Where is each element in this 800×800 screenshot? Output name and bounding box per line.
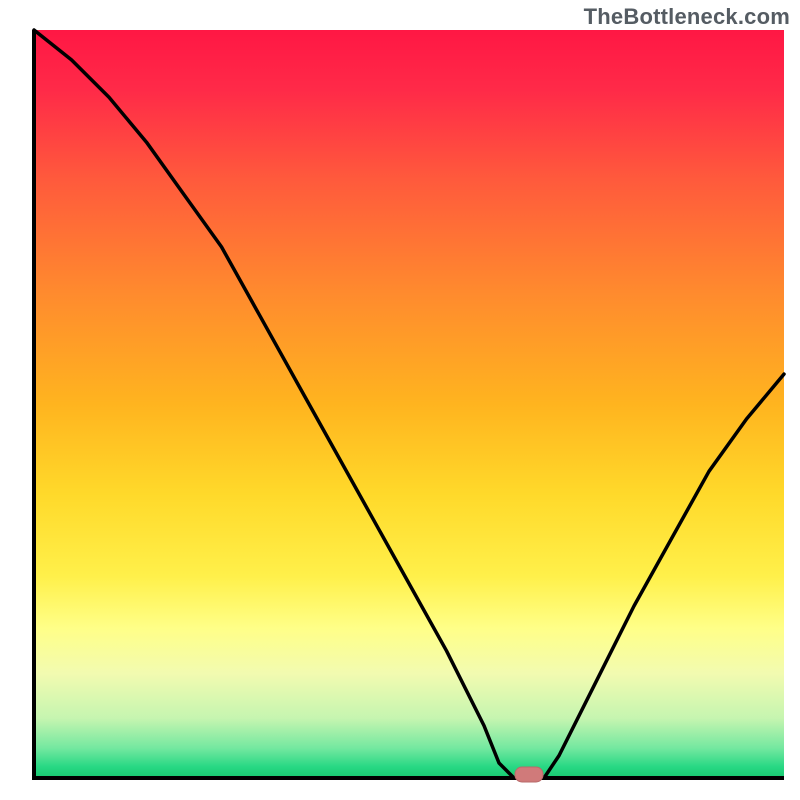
marker-point	[515, 767, 543, 782]
bottleneck-chart: TheBottleneck.com	[0, 0, 800, 800]
watermark-text: TheBottleneck.com	[584, 4, 790, 30]
chart-svg	[0, 0, 800, 800]
